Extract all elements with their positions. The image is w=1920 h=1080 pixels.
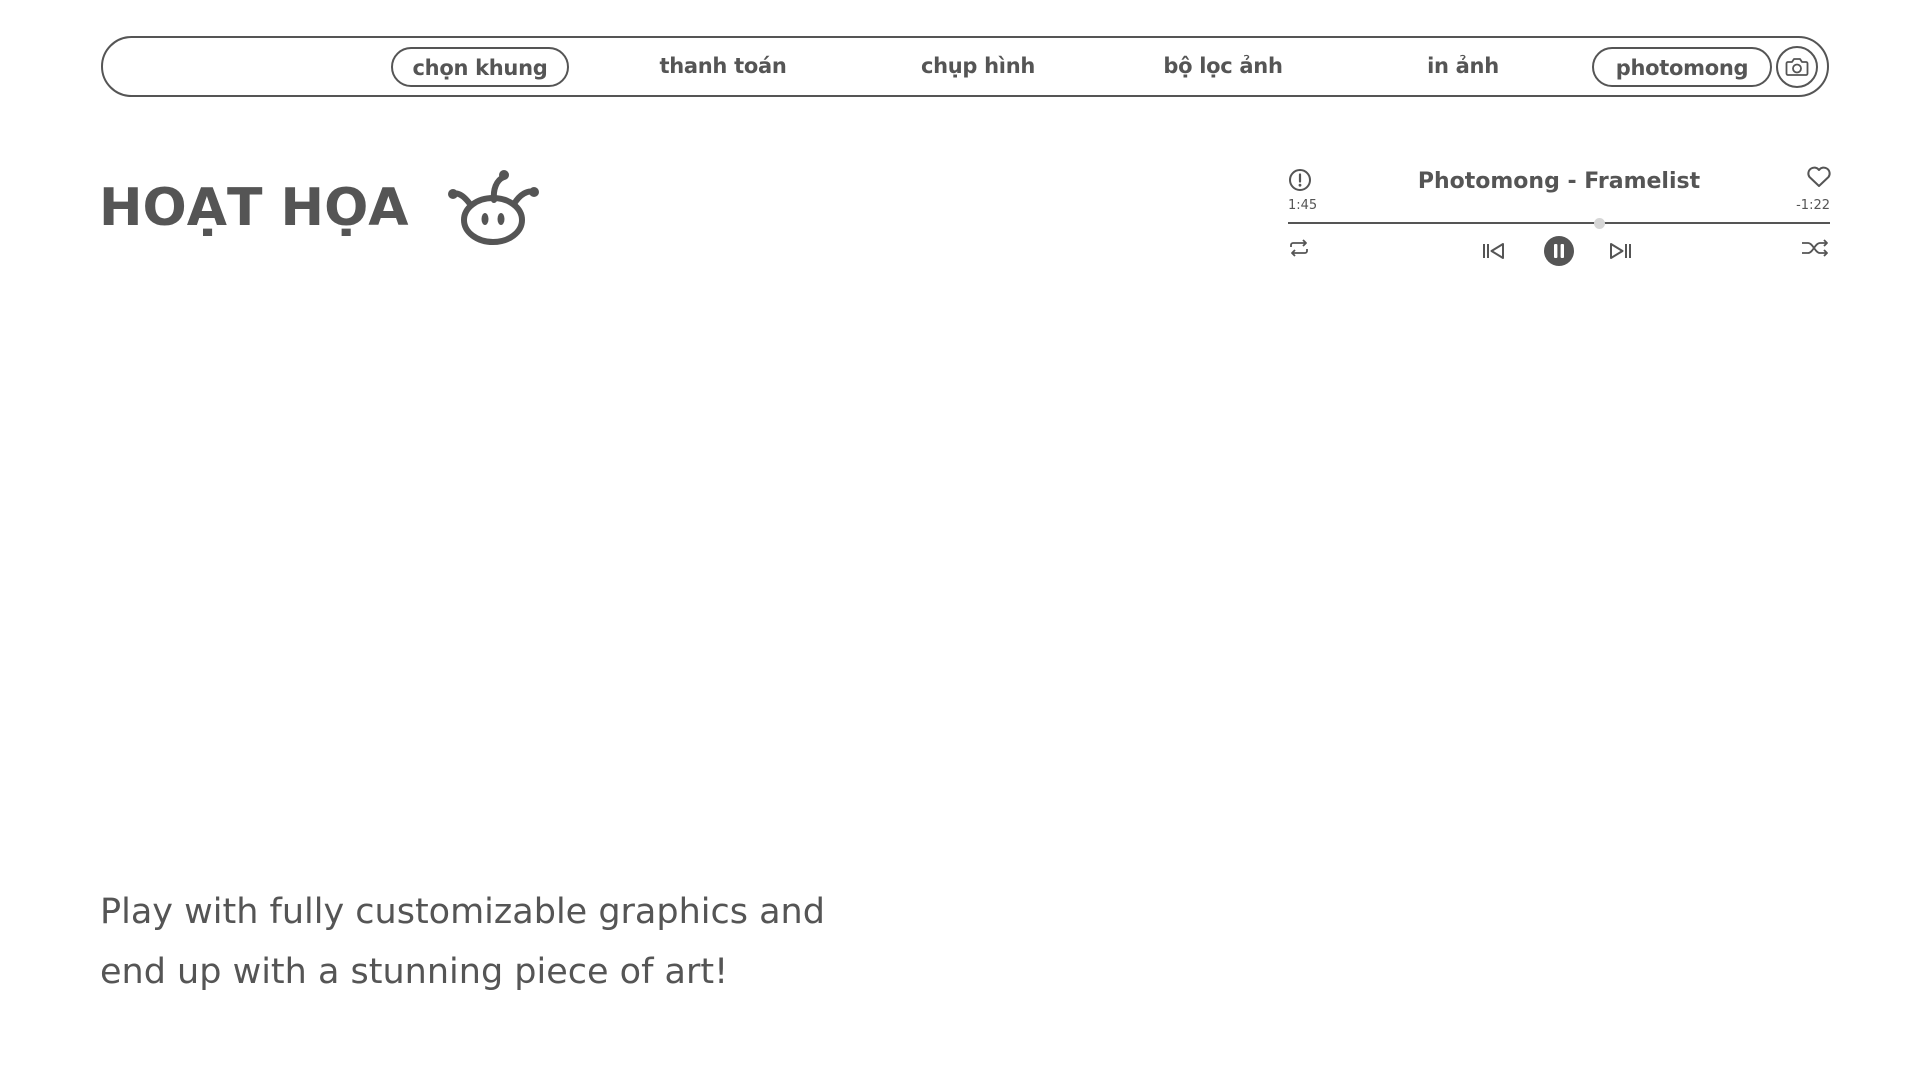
music-player: Photomong - Framelist 1:45 -1:22 (1288, 162, 1832, 272)
track-title: Photomong - Framelist (1417, 169, 1701, 194)
nav-item-chup-hinh[interactable]: chụp hình (903, 47, 1053, 87)
tagline: Play with fully customizable graphics an… (100, 882, 860, 1002)
progress-knob[interactable] (1594, 218, 1606, 229)
pause-icon[interactable] (1544, 236, 1574, 266)
camera-icon (1785, 57, 1809, 77)
nav-item-bo-loc-anh[interactable]: bộ lọc ảnh (1143, 47, 1303, 87)
top-nav-bar: chọn khung thanh toán chụp hình bộ lọc ả… (101, 36, 1829, 97)
progress-bar[interactable] (1288, 222, 1830, 224)
nav-item-chon-khung[interactable]: chọn khung (391, 47, 569, 87)
jester-mascot-icon (448, 164, 540, 246)
photomong-button[interactable]: photomong (1592, 47, 1772, 87)
camera-button[interactable] (1776, 46, 1818, 88)
elapsed-time: 1:45 (1288, 198, 1318, 213)
next-icon[interactable] (1608, 241, 1632, 261)
shuffle-icon[interactable] (1800, 238, 1830, 258)
previous-icon[interactable] (1482, 241, 1506, 261)
tagline-line-2: end up with a stunning piece of art! (100, 952, 729, 992)
nav-item-thanh-toan[interactable]: thanh toán (643, 47, 803, 87)
logo-text: HOẠT HỌA (99, 178, 409, 238)
heart-icon[interactable] (1806, 165, 1832, 189)
remaining-time: -1:22 (1796, 198, 1830, 213)
repeat-icon[interactable] (1288, 238, 1310, 258)
tagline-line-1: Play with fully customizable graphics an… (100, 892, 825, 932)
nav-item-in-anh[interactable]: in ảnh (1403, 47, 1523, 87)
